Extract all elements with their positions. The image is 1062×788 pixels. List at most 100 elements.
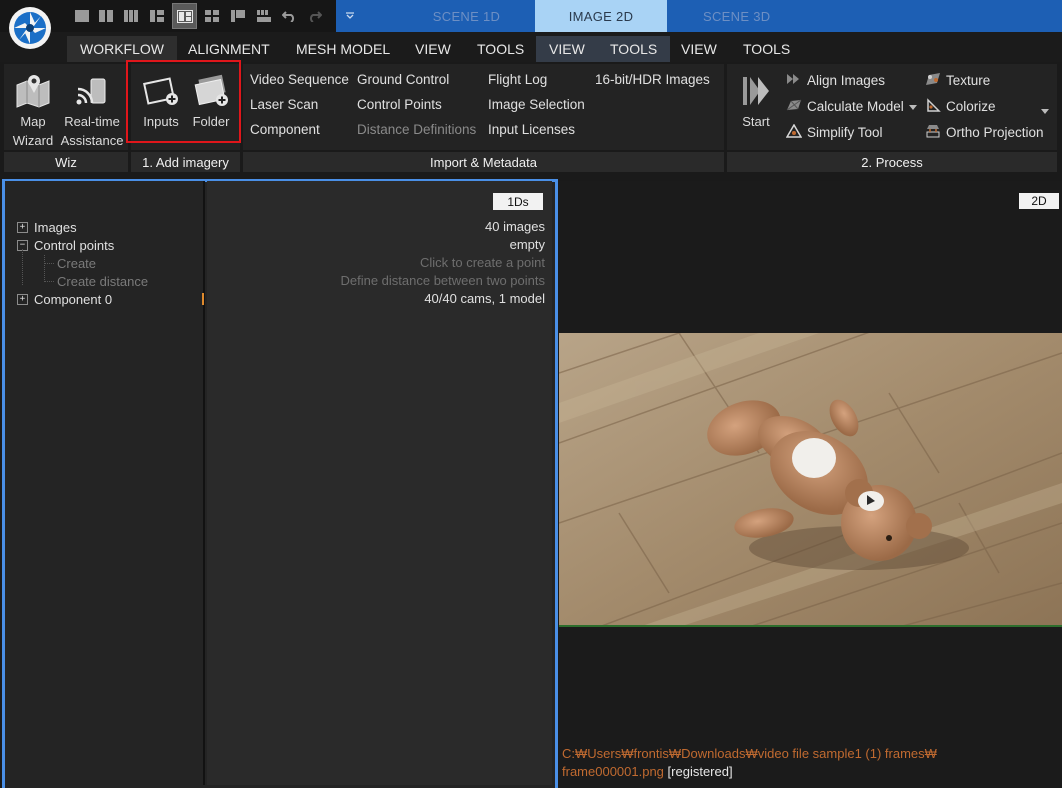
- import-metadata-footer: Import & Metadata: [243, 152, 724, 172]
- menu-alignment[interactable]: ALIGNMENT: [175, 36, 283, 62]
- image-preview[interactable]: [559, 333, 1062, 627]
- layout-4-icon[interactable]: [147, 6, 167, 26]
- resize-handle[interactable]: [202, 293, 204, 305]
- map-wizard-button[interactable]: Map Wizard: [9, 70, 57, 150]
- tab-scene-3d[interactable]: SCENE 3D: [667, 0, 1062, 32]
- ortho-icon: [925, 124, 941, 141]
- cast-device-icon: [74, 70, 110, 112]
- simplify-triangle-icon: [785, 123, 803, 141]
- tab-image-2d-label: IMAGE 2D: [568, 8, 634, 24]
- tab-scene-3d-label: SCENE 3D: [703, 8, 771, 24]
- 1ds-badge: 1Ds: [493, 193, 543, 210]
- process-more-caret-icon[interactable]: [1041, 102, 1049, 120]
- registration-status: [registered]: [667, 764, 733, 779]
- tree-item-images-label: Images: [34, 219, 77, 235]
- layout-8-icon[interactable]: [254, 6, 274, 26]
- image-filename: frame000001.png: [562, 764, 664, 779]
- layout-6-icon[interactable]: [202, 6, 222, 26]
- calculate-model-label: Calculate Model: [807, 99, 904, 114]
- map-wizard-label-2: Wizard: [12, 133, 54, 148]
- menu-mesh-model[interactable]: MESH MODEL: [283, 36, 403, 62]
- texture-icon: [925, 72, 941, 89]
- expand-plus-icon[interactable]: +: [17, 221, 28, 233]
- tree-item-create-distance[interactable]: Create distance: [57, 272, 148, 290]
- tree-connector: [22, 249, 23, 285]
- tree-branch: [44, 281, 54, 282]
- tree-item-create[interactable]: Create: [57, 254, 96, 272]
- colorize-label: Colorize: [946, 99, 996, 114]
- caret-down-icon[interactable]: [908, 99, 917, 114]
- image-path: C:₩Users₩frontis₩Downloads₩video file sa…: [562, 746, 937, 761]
- input-licenses-button[interactable]: Input Licenses: [488, 122, 575, 137]
- colorize-icon: [925, 98, 941, 115]
- start-button[interactable]: Start: [736, 70, 776, 131]
- calculate-model-button[interactable]: Calculate Model: [786, 98, 917, 115]
- realtime-label-1: Real-time: [64, 114, 120, 129]
- menu-workflow[interactable]: WORKFLOW: [67, 36, 177, 62]
- tree-branch: [44, 263, 54, 264]
- layout-5-icon[interactable]: [172, 3, 197, 29]
- redo-icon[interactable]: [305, 6, 325, 26]
- layout-2-icon[interactable]: [96, 6, 116, 26]
- add-imagery-footer: 1. Add imagery: [131, 152, 240, 172]
- process-footer: 2. Process: [727, 152, 1057, 172]
- simplify-tool-button[interactable]: Simplify Tool: [785, 123, 883, 141]
- wiz-footer: Wiz: [4, 152, 128, 172]
- tab-scene-1d[interactable]: SCENE 1D: [336, 0, 535, 32]
- highlight-box: [126, 60, 241, 143]
- menu-view-2[interactable]: VIEW: [536, 36, 598, 62]
- control-points-button[interactable]: Control Points: [357, 97, 442, 112]
- map-wizard-label-1: Map: [20, 114, 46, 129]
- layout-1-icon[interactable]: [72, 6, 92, 26]
- tab-scene-1d-label: SCENE 1D: [432, 8, 501, 24]
- simplify-tool-label: Simplify Tool: [807, 125, 883, 140]
- menu-tools-1[interactable]: TOOLS: [464, 36, 537, 62]
- ortho-projection-label: Ortho Projection: [946, 125, 1044, 140]
- image-selection-button[interactable]: Image Selection: [488, 97, 585, 112]
- component-button[interactable]: Component: [250, 122, 320, 137]
- tree-item-images[interactable]: + Images: [17, 218, 77, 236]
- expand-plus-icon[interactable]: +: [17, 293, 28, 305]
- align-images-label: Align Images: [807, 73, 886, 88]
- layout-3-icon[interactable]: [121, 6, 141, 26]
- tree-connector-inner: [44, 255, 45, 282]
- tree-value-create-distance: Define distance between two points: [340, 273, 545, 288]
- layout-7-icon[interactable]: [228, 6, 248, 26]
- align-forward-icon: [786, 72, 802, 89]
- aperture-logo-icon[interactable]: [8, 6, 52, 50]
- texture-label: Texture: [946, 73, 991, 88]
- video-sequence-button[interactable]: Video Sequence: [250, 72, 349, 87]
- laser-scan-button[interactable]: Laser Scan: [250, 97, 318, 112]
- tree-item-component-0-label: Component 0: [34, 291, 113, 307]
- tree-item-component-0[interactable]: + Component 0: [17, 290, 112, 308]
- image-path-status: C:₩Users₩frontis₩Downloads₩video file sa…: [562, 745, 1062, 781]
- map-pin-icon: [13, 70, 53, 112]
- ortho-projection-button[interactable]: Ortho Projection: [925, 124, 1044, 141]
- menu-view-1[interactable]: VIEW: [402, 36, 464, 62]
- mesh-icon: [786, 98, 802, 115]
- 2d-badge: 2D: [1019, 193, 1059, 209]
- tree-item-control-points[interactable]: − Control points: [17, 236, 114, 254]
- start-label: Start: [742, 114, 770, 129]
- tree-value-component-0: 40/40 cams, 1 model: [424, 291, 545, 306]
- tab-image-2d[interactable]: IMAGE 2D: [535, 0, 667, 32]
- realtime-assistance-button[interactable]: Real-time Assistance: [58, 70, 126, 150]
- hdr-images-button[interactable]: 16-bit/HDR Images: [595, 72, 710, 87]
- tree-item-control-points-label: Control points: [34, 237, 115, 253]
- chevron-down-icon[interactable]: [340, 6, 360, 26]
- distance-definitions-button[interactable]: Distance Definitions: [357, 122, 476, 137]
- tree-value-images: 40 images: [485, 219, 545, 234]
- undo-icon[interactable]: [279, 6, 299, 26]
- menu-view-3[interactable]: VIEW: [668, 36, 730, 62]
- menu-tools-3[interactable]: TOOLS: [730, 36, 803, 62]
- ground-control-button[interactable]: Ground Control: [357, 72, 449, 87]
- play-forward-icon: [740, 70, 772, 112]
- texture-button[interactable]: Texture: [925, 72, 990, 89]
- menu-tools-2[interactable]: TOOLS: [597, 36, 671, 62]
- tree-value-control-points: empty: [509, 237, 545, 252]
- realtime-label-2: Assistance: [60, 133, 124, 148]
- align-images-button[interactable]: Align Images: [786, 72, 885, 89]
- tree-value-create: Click to create a point: [419, 255, 545, 270]
- colorize-button[interactable]: Colorize: [925, 98, 996, 115]
- flight-log-button[interactable]: Flight Log: [488, 72, 547, 87]
